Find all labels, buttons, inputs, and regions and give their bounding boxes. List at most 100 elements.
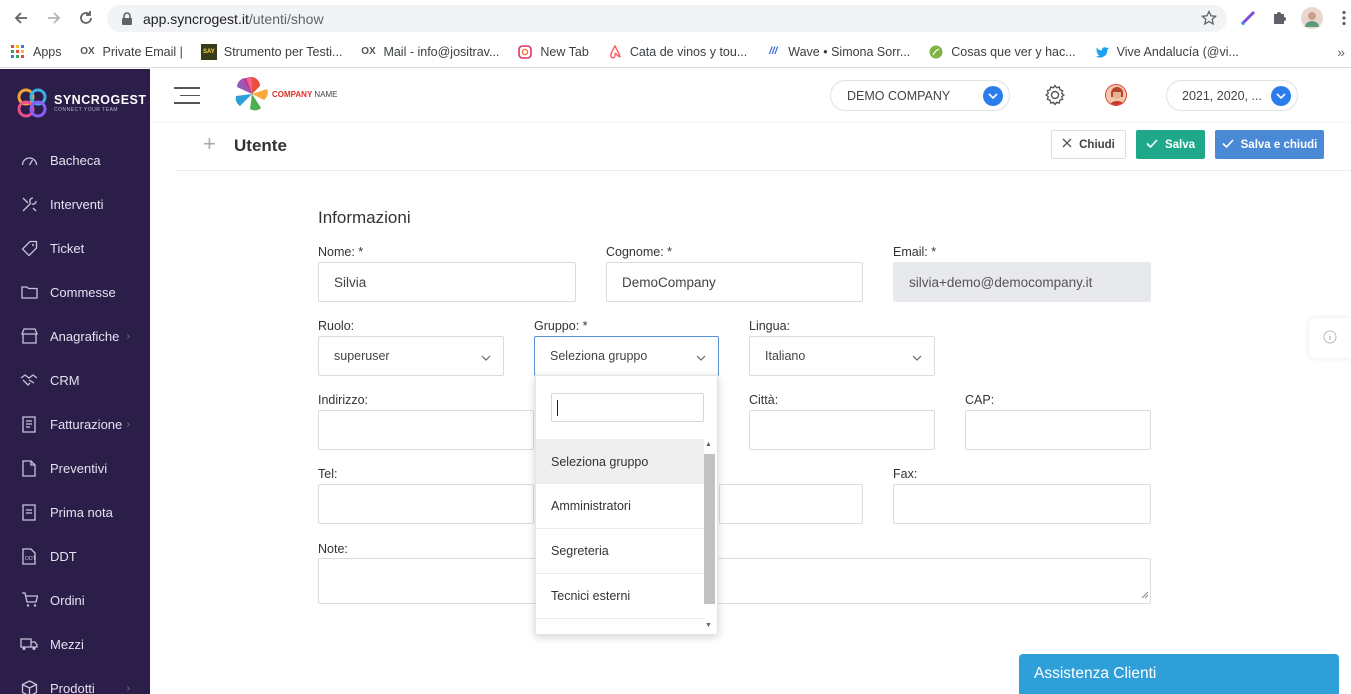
syncrogest-logo-icon	[16, 87, 48, 119]
kebab-menu-icon[interactable]	[1333, 7, 1351, 29]
sidebar-item-label: Prima nota	[50, 504, 113, 520]
lock-icon	[121, 11, 135, 26]
bookmark-wave[interactable]: /// Wave • Simona Sorr...	[765, 44, 910, 60]
reload-icon[interactable]	[75, 7, 97, 29]
bookmark-private-email[interactable]: OX Private Email |	[80, 44, 183, 60]
sidebar-item-fatturazione[interactable]: Fatturazione ›	[0, 402, 150, 446]
user-avatar[interactable]	[1105, 84, 1127, 106]
invoice-icon	[20, 415, 38, 433]
pen-extension-icon[interactable]	[1237, 7, 1259, 29]
bookmark-new-tab[interactable]: New Tab	[517, 44, 589, 60]
chevron-more-icon[interactable]: »	[1337, 44, 1345, 60]
dashboard-icon	[20, 151, 38, 169]
info-side-tab[interactable]	[1309, 318, 1351, 358]
sidebar-item-ticket[interactable]: Ticket	[0, 226, 150, 270]
save-button[interactable]: Salva	[1136, 130, 1205, 159]
sidebar: SYNCROGEST CONNECT YOUR TEAM Bacheca Int…	[0, 69, 150, 694]
citta-field[interactable]	[749, 410, 935, 450]
bookmark-cosas[interactable]: Cosas que ver y hac...	[928, 44, 1076, 60]
sidebar-item-label: Commesse	[50, 284, 116, 300]
ruolo-select-value: superuser	[334, 349, 390, 363]
star-icon[interactable]	[1200, 9, 1218, 29]
bookmark-label: Private Email |	[102, 44, 183, 59]
sidebar-item-mezzi[interactable]: Mezzi	[0, 622, 150, 666]
sidebar-item-anagrafiche[interactable]: Anagrafiche ›	[0, 314, 150, 358]
sidebar-item-prodotti[interactable]: Prodotti ›	[0, 666, 150, 694]
bookmark-cata-vinos[interactable]: Cata de vinos y tou...	[607, 44, 747, 60]
bookmark-label: Vive Andalucía (@vi...	[1116, 44, 1239, 59]
email-label: Email: *	[893, 245, 937, 259]
sidebar-item-commesse[interactable]: Commesse	[0, 270, 150, 314]
ox-icon: OX	[361, 46, 376, 57]
url-host: app.syncrogest.it	[143, 10, 249, 27]
bookmark-strumento[interactable]: SAY Strumento per Testi...	[200, 43, 342, 60]
sidebar-item-ddt[interactable]: DDT DDT	[0, 534, 150, 578]
tel-field[interactable]	[318, 484, 534, 524]
gear-icon[interactable]	[1043, 83, 1067, 107]
truck-icon	[20, 635, 38, 653]
chevron-down-icon	[696, 350, 706, 364]
nome-field[interactable]: Silvia	[318, 262, 576, 302]
bookmark-label: Cosas que ver y hac...	[951, 44, 1076, 59]
ruolo-label: Ruolo:	[318, 319, 355, 333]
url-path: /utenti/show	[248, 10, 324, 27]
sidebar-item-prima-nota[interactable]: Prima nota	[0, 490, 150, 534]
back-arrow-icon[interactable]	[10, 7, 32, 29]
gruppo-select[interactable]: Seleziona gruppo	[534, 336, 719, 376]
gruppo-option-seleziona[interactable]: Seleziona gruppo	[536, 439, 704, 484]
bookmark-apps[interactable]: Apps	[10, 44, 62, 60]
company-select-value: DEMO COMPANY	[847, 88, 951, 103]
company-select[interactable]: DEMO COMPANY	[830, 80, 1010, 111]
gruppo-option-tecnici-esterni[interactable]: Tecnici esterni	[536, 574, 704, 619]
forward-arrow-icon[interactable]	[43, 7, 65, 29]
cap-field[interactable]	[965, 410, 1151, 450]
syncrogest-logo[interactable]: SYNCROGEST CONNECT YOUR TEAM	[16, 87, 147, 119]
sidebar-item-crm[interactable]: CRM	[0, 358, 150, 402]
resize-handle-icon[interactable]	[1141, 587, 1149, 602]
ddt-document-icon: DDT	[20, 547, 38, 565]
section-title-informazioni: Informazioni	[318, 208, 411, 227]
gruppo-option-segreteria[interactable]: Segreteria	[536, 529, 704, 574]
instagram-icon	[517, 44, 533, 60]
email-field: silvia+demo@democompany.it	[893, 262, 1151, 302]
profile-avatar-icon[interactable]	[1301, 7, 1323, 29]
gruppo-options-list: Seleziona gruppo Amministratori Segreter…	[536, 439, 704, 619]
sidebar-item-label: Ordini	[50, 592, 85, 608]
gruppo-option-amministratori[interactable]: Amministratori	[536, 484, 704, 529]
sidebar-item-bacheca[interactable]: Bacheca	[0, 138, 150, 182]
dropdown-scrollbar[interactable]: ▲ ▼	[702, 439, 716, 631]
scroll-up-icon[interactable]: ▲	[705, 441, 712, 448]
company-logo-name: NAME	[314, 89, 338, 99]
year-select[interactable]: 2021, 2020, ...	[1166, 80, 1298, 111]
lingua-select[interactable]: Italiano	[749, 336, 935, 376]
hamburger-menu-icon[interactable]	[174, 87, 200, 105]
sidebar-item-interventi[interactable]: Interventi	[0, 182, 150, 226]
sidebar-item-label: Ticket	[50, 240, 85, 256]
bookmark-mail[interactable]: OX Mail - info@jositrav...	[360, 44, 499, 60]
cognome-field[interactable]: DemoCompany	[606, 262, 863, 302]
mobile-field-partial[interactable]	[719, 484, 863, 524]
box-icon	[20, 679, 38, 694]
fax-field[interactable]	[893, 484, 1151, 524]
save-button-label: Salva	[1164, 138, 1196, 151]
bookmark-vive-andalucia[interactable]: Vive Andalucía (@vi...	[1094, 44, 1239, 60]
folder-icon	[20, 283, 38, 301]
puzzle-icon[interactable]	[1268, 7, 1290, 29]
scroll-down-icon[interactable]: ▼	[705, 622, 712, 629]
assistenza-clienti-button[interactable]: Assistenza Clienti	[1019, 654, 1339, 694]
chevron-down-icon	[481, 350, 491, 364]
bookmark-label: Mail - info@jositrav...	[383, 44, 500, 59]
note-textarea[interactable]	[318, 558, 1151, 604]
ruolo-select[interactable]: superuser	[318, 336, 504, 376]
gruppo-search-input[interactable]	[551, 393, 704, 422]
sidebar-item-preventivi[interactable]: Preventivi	[0, 446, 150, 490]
sidebar-item-ordini[interactable]: Ordini	[0, 578, 150, 622]
lingua-label: Lingua:	[749, 319, 791, 333]
indirizzo-field[interactable]	[318, 410, 534, 450]
save-and-close-button[interactable]: Salva e chiudi	[1215, 130, 1324, 159]
address-bar[interactable]: app.syncrogest.it/utenti/show	[107, 5, 1227, 32]
scrollbar-thumb[interactable]	[704, 454, 715, 604]
sidebar-item-label: Bacheca	[50, 152, 101, 168]
handshake-icon	[20, 371, 38, 389]
close-button[interactable]: Chiudi	[1051, 130, 1126, 159]
